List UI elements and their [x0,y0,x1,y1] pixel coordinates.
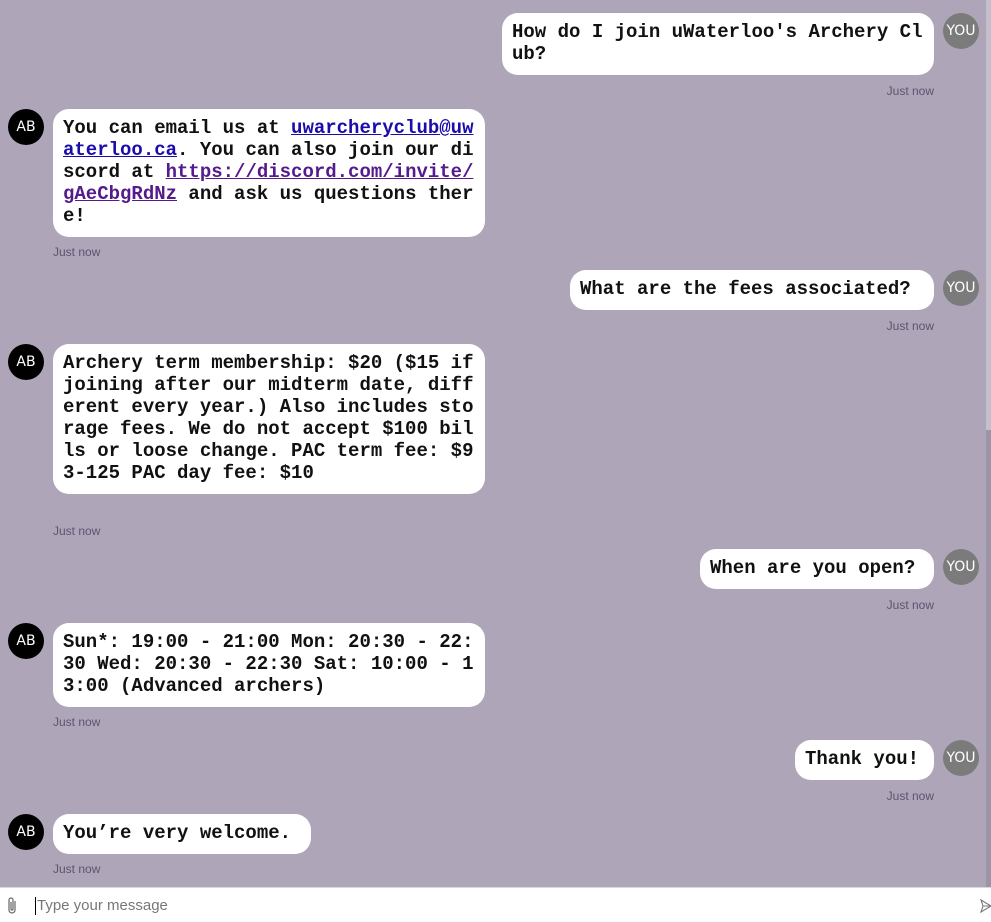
message-timestamp: Just now [53,862,101,876]
scrollbar-thumb[interactable] [986,430,991,887]
user-message-bubble: Thank you! [795,740,934,780]
user-avatar: YOU [943,740,979,776]
message-timestamp: Just now [53,245,101,259]
bot-message-bubble: Sun*: 19:00 - 21:00 Mon: 20:30 - 22:30 W… [53,623,485,707]
avatar-label: YOU [946,23,976,39]
user-message-bubble: When are you open? [700,549,934,589]
message-text: When are you open? [710,557,916,579]
bot-message-bubble: Archery term membership: $20 ($15 if joi… [53,344,485,494]
bot-message-bubble: You’re very welcome. [53,814,311,854]
avatar-label: YOU [946,559,976,575]
user-message-bubble: What are the fees associated? [570,270,934,310]
message-text: Archery term membership: $20 ($15 if joi… [63,352,474,484]
avatar-label: YOU [946,280,976,296]
message-composer: Type your message [0,887,991,922]
message-text: You can email us at [63,117,292,139]
message-text: How do I join uWaterloo's Archery Club? [512,21,923,65]
message-input[interactable]: Type your message [37,897,168,914]
message-text: Sun*: 19:00 - 21:00 Mon: 20:30 - 22:30 W… [63,631,474,697]
paperclip-icon[interactable] [6,897,20,915]
avatar-label: AB [16,633,36,649]
message-timestamp: Just now [53,715,101,729]
avatar-label: AB [16,354,36,370]
message-timestamp: Just now [886,84,934,98]
bot-avatar: AB [8,814,44,850]
user-avatar: YOU [943,549,979,585]
user-avatar: YOU [943,270,979,306]
message-text: What are the fees associated? [580,278,911,300]
avatar-label: YOU [946,750,976,766]
message-timestamp: Just now [53,524,101,538]
message-timestamp: Just now [886,598,934,612]
message-text: You’re very welcome. [63,822,292,844]
avatar-label: AB [16,119,36,135]
user-avatar: YOU [943,13,979,49]
avatar-label: AB [16,824,36,840]
message-text: Thank you! [805,748,920,770]
text-cursor [35,897,36,915]
bot-message-bubble: You can email us at uwarcheryclub@uwater… [53,109,485,237]
message-timestamp: Just now [886,789,934,803]
send-icon[interactable] [980,899,991,913]
bot-avatar: AB [8,344,44,380]
chat-scrollbar[interactable] [986,0,991,887]
message-timestamp: Just now [886,319,934,333]
bot-avatar: AB [8,109,44,145]
user-message-bubble: How do I join uWaterloo's Archery Club? [502,13,934,75]
bot-avatar: AB [8,623,44,659]
chat-thread: How do I join uWaterloo's Archery Club? … [0,0,991,887]
